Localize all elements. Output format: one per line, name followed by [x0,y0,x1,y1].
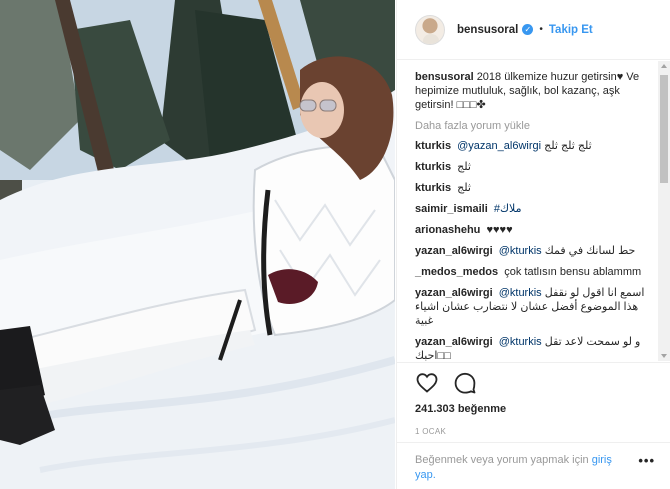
load-more-comments-link[interactable]: Daha fazla yorum yükle [415,120,653,132]
header-username[interactable]: bensusoral [457,24,518,36]
login-prompt: Beğenmek veya yorum yapmak için giriş ya… [397,442,670,489]
post-photo-illustration [0,0,395,489]
comment-username[interactable]: kturkis [415,161,451,173]
comment-hashtag[interactable]: #ملاك [494,203,522,215]
comment-text: حط لسانك في فمك [544,245,636,257]
comment-item: yazan_al6wirgi @kturkis حط لسانك في فمك [415,244,653,258]
comment-item: kturkis ثلج [415,181,653,195]
comment-mention[interactable]: @kturkis [499,336,542,348]
caption-username[interactable]: bensusoral [415,71,474,83]
comment-text: ثلج ثلج ثلج [544,140,592,152]
post-header: bensusoral ✓ • Takip Et [397,0,670,60]
comment-item: saimir_ismaili #ملاك [415,202,653,216]
more-options-icon[interactable]: ••• [638,453,655,468]
comment-text: çok tatlısın bensu ablammm [504,266,642,278]
post-photo[interactable] [0,0,395,489]
comment-username[interactable]: _medos_medos [415,266,498,278]
comment-text: ♥♥♥♥ [486,224,513,236]
comment-icon[interactable] [453,371,477,395]
comment-mention[interactable]: @kturkis [499,287,542,299]
scroll-up-arrow-icon[interactable] [661,64,667,68]
comment-username[interactable]: arionashehu [415,224,480,236]
comment-item: kturkis ثلج [415,160,653,174]
action-icons [415,363,653,403]
comment-username[interactable]: kturkis [415,140,451,152]
comment-username[interactable]: saimir_ismaili [415,203,488,215]
comment-username[interactable]: yazan_al6wirgi [415,336,493,348]
follow-button[interactable]: Takip Et [549,24,593,36]
comments-list[interactable]: bensusoral 2018 ülkemize huzur getirsin♥ … [397,61,670,361]
comment-text: ثلج [457,182,471,194]
comment-mention[interactable]: @yazan_al6wirgi [457,140,541,152]
comment-username[interactable]: yazan_al6wirgi [415,245,493,257]
comment-item: yazan_al6wirgi @kturkis و لو سمحت لاعد ت… [415,335,653,361]
comment-item: arionashehu ♥♥♥♥ [415,223,653,237]
avatar[interactable] [415,14,445,45]
verified-badge-icon: ✓ [522,24,534,35]
post-date[interactable]: 1 OCAK [415,427,653,436]
comments-scrollbar[interactable] [658,61,670,361]
comment-item: yazan_al6wirgi @kturkis اسمع انا اقول لو… [415,286,653,328]
likes-count[interactable]: 241.303 beğenme [415,403,653,415]
login-prompt-text: Beğenmek veya yorum yapmak için [415,454,589,466]
scrollbar-thumb[interactable] [660,75,668,183]
comment-text: ثلج [457,161,471,173]
separator-dot: • [539,24,543,35]
comment-username[interactable]: yazan_al6wirgi [415,287,493,299]
comment-mention[interactable]: @kturkis [499,245,542,257]
scroll-down-arrow-icon[interactable] [661,354,667,358]
comment-item: kturkis @yazan_al6wirgi ثلج ثلج ثلج [415,139,653,153]
post-side-panel: bensusoral ✓ • Takip Et bensusoral 2018 ü… [396,0,670,489]
post-caption: bensusoral 2018 ülkemize huzur getirsin♥ … [415,70,653,112]
heart-icon[interactable] [415,371,439,395]
comment-item: _medos_medos çok tatlısın bensu ablammm [415,265,653,279]
comment-username[interactable]: kturkis [415,182,451,194]
